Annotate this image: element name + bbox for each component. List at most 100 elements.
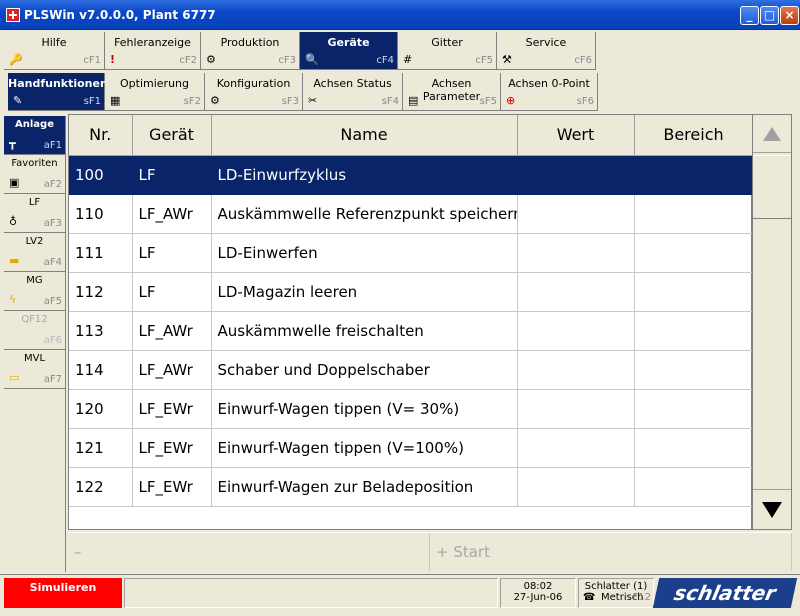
tab-achsen-parameter[interactable]: Achsen Parameter ▤ sF5 xyxy=(403,73,501,111)
side-item-favoriten[interactable]: Favoriten ▣ aF2 xyxy=(4,155,66,194)
tab-optimierung[interactable]: Optimierung ▦ sF2 xyxy=(105,73,205,111)
side-menu: Anlage ┳ aF1 Favoriten ▣ aF2 LF ♁ aF3 LV… xyxy=(4,116,66,389)
user-panel[interactable]: Schlatter (1) ☎ Metrisch F12 xyxy=(578,578,654,608)
top-tab-row: Hilfe 🔑 cF1 Fehleranzeige ! cF2 Produkti… xyxy=(0,32,800,70)
schlatter-logo: schlatter xyxy=(652,578,798,608)
action-bar: – + Start xyxy=(68,532,792,572)
cell-bereich xyxy=(634,467,754,507)
table-scrollbar[interactable] xyxy=(752,114,792,530)
favorites-icon: ▣ xyxy=(9,176,20,189)
side-item-mg[interactable]: MG ϟ aF5 xyxy=(4,272,66,311)
table-row[interactable]: 111 LF LD-Einwerfen xyxy=(69,233,754,273)
cell-nr: 121 xyxy=(69,428,133,468)
tab-geraete[interactable]: Geräte 🔍 cF4 xyxy=(300,32,398,70)
clock-date: 27-Jun-06 xyxy=(513,592,563,603)
table-row[interactable]: 100 LF LD-Einwurfzyklus xyxy=(69,155,754,195)
col-header-name[interactable]: Name xyxy=(211,115,518,156)
start-button[interactable]: + Start xyxy=(430,533,792,571)
minus-button[interactable]: – xyxy=(68,533,430,571)
cell-geraet: LF_EWr xyxy=(132,389,212,429)
table-row[interactable]: 112 LF LD-Magazin leeren xyxy=(69,272,754,312)
side-item-lf[interactable]: LF ♁ aF3 xyxy=(4,194,66,233)
production-icon: ⚙ xyxy=(206,53,216,66)
cell-geraet: LF_AWr xyxy=(132,194,212,234)
tab-produktion[interactable]: Produktion ⚙ cF3 xyxy=(201,32,300,70)
table-row[interactable]: 122 LF_EWr Einwurf-Wagen zur Beladeposit… xyxy=(69,467,754,507)
device-table: Nr. Gerät Name Wert Bereich 100 LF LD-Ei… xyxy=(68,114,754,530)
cell-nr: 112 xyxy=(69,272,133,312)
cell-nr: 110 xyxy=(69,194,133,234)
cell-bereich xyxy=(634,428,754,468)
cell-geraet: LF xyxy=(132,233,212,273)
side-item-lv2[interactable]: LV2 ▬ aF4 xyxy=(4,233,66,272)
col-header-bereich[interactable]: Bereich xyxy=(634,115,754,156)
cell-wert xyxy=(517,389,635,429)
side-item-mvl[interactable]: MVL ▭ aF7 xyxy=(4,350,66,389)
tab-fehleranzeige[interactable]: Fehleranzeige ! cF2 xyxy=(105,32,201,70)
tab-achsen-status[interactable]: Achsen Status ✂ sF4 xyxy=(303,73,403,111)
simulate-button[interactable]: Simulieren xyxy=(4,578,122,608)
cell-geraet: LF_EWr xyxy=(132,467,212,507)
alert-icon: ! xyxy=(110,53,116,66)
scroll-thumb[interactable] xyxy=(753,155,791,219)
config-icon: ⚙ xyxy=(210,94,220,107)
cell-bereich xyxy=(634,194,754,234)
cell-geraet: LF xyxy=(132,155,212,195)
table-row[interactable]: 110 LF_AWr Auskämmwelle Referenzpunkt sp… xyxy=(69,194,754,234)
side-item-anlage[interactable]: Anlage ┳ aF1 xyxy=(4,116,66,155)
lv2-icon: ▬ xyxy=(9,254,20,267)
cell-nr: 100 xyxy=(69,155,133,195)
close-button[interactable]: × xyxy=(780,6,799,25)
cell-nr: 114 xyxy=(69,350,133,390)
swiss-cross-icon xyxy=(6,8,20,22)
axis-status-icon: ✂ xyxy=(308,94,318,107)
scroll-up-icon[interactable] xyxy=(753,115,791,153)
cell-name: Einwurf-Wagen tippen (V=100%) xyxy=(211,428,518,468)
hand-function-icon: ✎ xyxy=(13,94,23,107)
col-header-nr[interactable]: Nr. xyxy=(69,115,133,156)
tab-service[interactable]: Service ⚒ cF6 xyxy=(497,32,596,70)
col-header-geraet[interactable]: Gerät xyxy=(132,115,212,156)
cell-geraet: LF xyxy=(132,272,212,312)
cell-bereich xyxy=(634,272,754,312)
cell-geraet: LF_AWr xyxy=(132,350,212,390)
tab-konfiguration[interactable]: Konfiguration ⚙ sF3 xyxy=(205,73,303,111)
tab-achsen-0-point[interactable]: Achsen 0-Point ⊕ sF6 xyxy=(501,73,598,111)
grid-icon: # xyxy=(403,53,413,66)
tools-icon: ⚒ xyxy=(502,53,512,66)
tab-gitter[interactable]: Gitter # cF5 xyxy=(398,32,497,70)
minimize-button[interactable]: _ xyxy=(740,6,759,25)
mvl-icon: ▭ xyxy=(9,371,20,384)
mg-icon: ϟ xyxy=(9,293,17,306)
lf-icon: ♁ xyxy=(9,215,18,228)
optimize-icon: ▦ xyxy=(110,94,121,107)
user-name: Schlatter (1) xyxy=(584,581,648,592)
cell-geraet: LF_EWr xyxy=(132,428,212,468)
cell-geraet: LF_AWr xyxy=(132,311,212,351)
table-row[interactable]: 121 LF_EWr Einwurf-Wagen tippen (V=100%) xyxy=(69,428,754,468)
units-icon: ☎ xyxy=(583,592,596,603)
cell-name: LD-Einwerfen xyxy=(211,233,518,273)
cell-bereich xyxy=(634,155,754,195)
clock: 08:02 27-Jun-06 xyxy=(500,578,576,608)
side-menu-filler xyxy=(4,389,66,572)
cell-bereich xyxy=(634,311,754,351)
cell-name: Einwurf-Wagen tippen (V= 30%) xyxy=(211,389,518,429)
tab-handfunktionen[interactable]: Handfunktionen ✎ sF1 xyxy=(8,73,108,111)
status-bar: Simulieren 08:02 27-Jun-06 Schlatter (1)… xyxy=(0,574,800,616)
table-row[interactable]: 120 LF_EWr Einwurf-Wagen tippen (V= 30%) xyxy=(69,389,754,429)
col-header-wert[interactable]: Wert xyxy=(517,115,635,156)
maximize-button[interactable]: □ xyxy=(760,6,779,25)
axis-zero-icon: ⊕ xyxy=(506,94,516,107)
plant-icon: ┳ xyxy=(9,137,16,150)
cell-name: Einwurf-Wagen zur Beladeposition xyxy=(211,467,518,507)
cell-name: LD-Einwurfzyklus xyxy=(211,155,518,195)
scroll-down-icon[interactable] xyxy=(753,489,791,529)
cell-wert xyxy=(517,272,635,312)
help-icon: 🔑 xyxy=(9,53,23,66)
tab-hilfe[interactable]: Hilfe 🔑 cF1 xyxy=(4,32,105,70)
cell-name: LD-Magazin leeren xyxy=(211,272,518,312)
cell-wert xyxy=(517,311,635,351)
table-row[interactable]: 114 LF_AWr Schaber und Doppelschaber xyxy=(69,350,754,390)
table-row[interactable]: 113 LF_AWr Auskämmwelle freischalten xyxy=(69,311,754,351)
